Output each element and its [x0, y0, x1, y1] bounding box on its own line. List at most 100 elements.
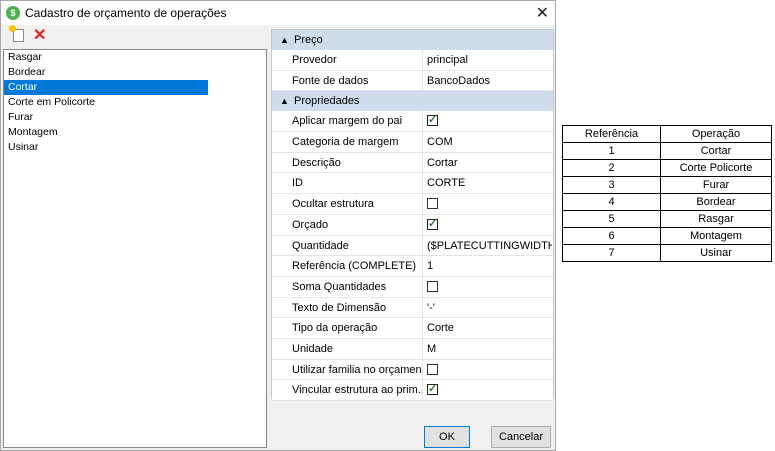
property-row[interactable]: Ocultar estrutura	[272, 194, 553, 215]
property-value[interactable]: Corte	[427, 318, 552, 338]
row-gutter	[272, 111, 288, 132]
property-name: Provedor	[292, 50, 423, 70]
property-value[interactable]: M	[427, 339, 552, 359]
property-checkbox[interactable]	[427, 363, 438, 375]
new-icon[interactable]	[9, 25, 24, 42]
ref-cell-operacao: Montagem	[660, 227, 772, 245]
property-name: Referência (COMPLETE)	[292, 256, 423, 276]
ref-header-operacao: Operação	[660, 125, 772, 143]
property-name: Texto de Dimensão	[292, 297, 423, 318]
ok-button[interactable]: OK	[424, 426, 470, 448]
property-name: Tipo da operação	[292, 318, 423, 338]
row-gutter	[272, 256, 288, 276]
list-item[interactable]: Bordear	[4, 65, 208, 80]
category-preco-label: Preço	[294, 34, 323, 46]
ref-cell-referencia: 7	[562, 244, 661, 262]
ref-cell-referencia: 1	[562, 142, 661, 160]
category-preco[interactable]: ▲ Preço	[272, 30, 553, 50]
category-propriedades-label: Propriedades	[294, 95, 360, 108]
property-checkbox[interactable]	[427, 198, 438, 210]
title-bar: $ Cadastro de orçamento de operações ✕	[1, 1, 555, 25]
property-row[interactable]: Quantidade($PLATECUTTINGWIDTHBUI	[272, 235, 553, 257]
list-item[interactable]: Furar	[4, 110, 208, 125]
ref-cell-referencia: 6	[562, 227, 661, 245]
property-row[interactable]: Texto de Dimensão '-'	[272, 297, 553, 319]
reference-table: Referência Operação 1 Cortar 2 Corte Polico…	[562, 125, 772, 262]
list-item[interactable]: Rasgar	[4, 50, 208, 65]
property-row[interactable]: Tipo da operação Corte	[272, 318, 553, 339]
property-checkbox[interactable]	[427, 280, 438, 292]
table-row: 4 Bordear	[562, 193, 772, 211]
property-checkbox[interactable]	[427, 113, 438, 127]
property-row[interactable]: Unidade M	[272, 338, 553, 360]
table-row: 7 Usinar	[562, 244, 772, 262]
row-gutter	[272, 214, 288, 235]
row-gutter	[272, 338, 288, 359]
property-name: Vincular estrutura ao prim...	[292, 380, 423, 400]
list-item[interactable]: Cortar	[4, 80, 208, 95]
property-value[interactable]: '-'	[427, 298, 552, 318]
property-name: Aplicar margem do pai	[292, 111, 423, 132]
property-row[interactable]: Fonte de dados BancoDados	[272, 70, 553, 92]
property-value[interactable]: COM	[427, 132, 552, 152]
table-row: 6 Montagem	[562, 227, 772, 245]
property-value[interactable]: Cortar	[427, 153, 552, 173]
row-gutter	[272, 152, 288, 173]
reference-table-body: 1 Cortar 2 Corte Policorte 3 Furar 4 Bordear 5 Ra…	[562, 142, 772, 262]
property-row[interactable]: Referência (COMPLETE) 1	[272, 256, 553, 277]
row-gutter	[272, 318, 288, 338]
ref-cell-operacao: Bordear	[660, 193, 772, 211]
property-value[interactable]: principal	[427, 50, 552, 70]
row-gutter	[272, 297, 288, 318]
list-item[interactable]: Corte em Policorte	[4, 95, 208, 110]
category-propriedades[interactable]: ▲ Propriedades	[272, 91, 553, 112]
property-name: Fonte de dados	[292, 70, 423, 91]
row-gutter	[272, 132, 288, 152]
row-gutter	[272, 173, 288, 194]
list-item[interactable]: Usinar	[4, 140, 208, 155]
property-value[interactable]: 1	[427, 256, 552, 276]
property-value[interactable]: CORTE	[427, 173, 552, 193]
table-row: 1 Cortar	[562, 142, 772, 160]
propriedades-rows: Aplicar margem do paiCategoria de margem…	[272, 111, 553, 401]
property-row[interactable]: Descrição Cortar	[272, 152, 553, 174]
row-gutter	[272, 194, 288, 214]
property-row[interactable]: Provedor principal	[272, 50, 553, 71]
property-row[interactable]: Vincular estrutura ao prim...	[272, 380, 553, 401]
property-checkbox[interactable]	[427, 217, 438, 230]
property-value[interactable]: BancoDados	[427, 71, 552, 91]
operations-list[interactable]: Rasgar Bordear Cortar Corte em Policorte Fur…	[3, 49, 267, 448]
property-row[interactable]: Orçado	[272, 214, 553, 236]
ref-cell-referencia: 4	[562, 193, 661, 211]
property-row[interactable]: ID CORTE	[272, 173, 553, 195]
close-button[interactable]: ✕	[536, 3, 549, 23]
property-grid-body: ▲ Preço Provedor principal Fonte de dados B…	[272, 30, 553, 401]
row-gutter	[272, 380, 288, 400]
property-checkbox[interactable]	[427, 382, 438, 396]
app-icon: $	[6, 6, 20, 20]
ref-cell-operacao: Cortar	[660, 142, 772, 160]
list-item[interactable]: Montagem	[4, 125, 208, 140]
property-row[interactable]: Utilizar familia no orçamen...	[272, 359, 553, 381]
delete-icon[interactable]: ✕	[33, 25, 46, 45]
property-name: Ocultar estrutura	[292, 194, 423, 214]
row-gutter	[272, 70, 288, 91]
ref-cell-operacao: Corte Policorte	[660, 159, 772, 177]
cancel-button[interactable]: Cancelar	[491, 426, 551, 448]
property-row[interactable]: Aplicar margem do pai	[272, 111, 553, 133]
row-gutter	[272, 50, 288, 70]
property-name: Descrição	[292, 152, 423, 173]
chevron-up-icon[interactable]: ▲	[280, 91, 289, 111]
property-name: ID	[292, 173, 423, 194]
toolbar: ✕	[3, 25, 243, 46]
row-gutter	[272, 235, 288, 256]
property-name: Categoria de margem	[292, 132, 423, 152]
row-gutter	[272, 359, 288, 380]
row-gutter	[272, 276, 288, 297]
property-row[interactable]: Categoria de margem COM	[272, 132, 553, 153]
chevron-up-icon[interactable]: ▲	[280, 30, 289, 50]
property-name: Quantidade	[292, 235, 423, 256]
ref-cell-operacao: Furar	[660, 176, 772, 194]
property-value[interactable]: ($PLATECUTTINGWIDTHBUI	[427, 236, 552, 256]
property-row[interactable]: Soma Quantidades	[272, 276, 553, 298]
